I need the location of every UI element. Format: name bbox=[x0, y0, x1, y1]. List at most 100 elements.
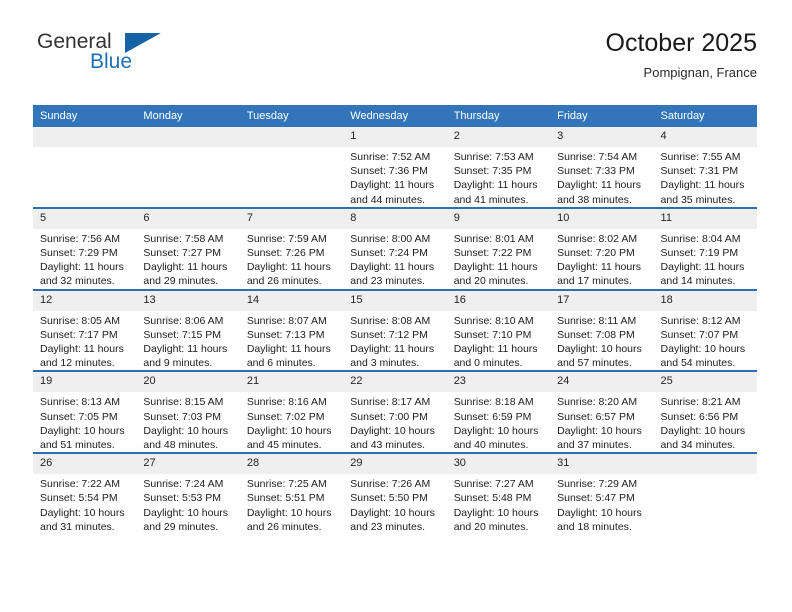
sunrise-text: Sunrise: 8:13 AM bbox=[40, 396, 120, 409]
calendar-day-cell[interactable]: 14 Sunrise: 8:07 AM Sunset: 7:13 PM Dayligh… bbox=[239, 288, 344, 372]
day-details: Sunrise: 7:58 AM Sunset: 7:27 PM Daylight:… bbox=[136, 229, 239, 289]
day-details: Sunrise: 8:18 AM Sunset: 6:59 PM Daylight:… bbox=[447, 392, 550, 452]
sunrise-sunset-calendar: Sunday Monday Tuesday Wednesday Thursday… bbox=[33, 105, 757, 535]
day-details: Sunrise: 7:53 AM Sunset: 7:35 PM Daylight:… bbox=[447, 147, 550, 207]
daylight-text: Daylight: 11 hours and 3 minutes. bbox=[350, 343, 435, 370]
day-number bbox=[239, 127, 344, 147]
day-number: 8 bbox=[343, 208, 447, 229]
calendar-day-cell[interactable]: 3 Sunrise: 7:54 AM Sunset: 7:33 PM Daylight… bbox=[550, 127, 654, 208]
day-details: Sunrise: 8:08 AM Sunset: 7:12 PM Daylight:… bbox=[343, 311, 446, 371]
daylight-text: Daylight: 10 hours and 57 minutes. bbox=[557, 343, 642, 370]
calendar-day-cell[interactable]: 28 Sunrise: 7:25 AM Sunset: 5:51 PM Dayligh… bbox=[239, 452, 344, 535]
sunrise-text: Sunrise: 8:04 AM bbox=[660, 232, 741, 245]
day-number: 1 bbox=[343, 127, 447, 147]
day-number: 6 bbox=[136, 208, 240, 229]
day-number: 16 bbox=[446, 290, 551, 311]
sunrise-text: Sunrise: 7:24 AM bbox=[143, 478, 224, 491]
day-details: Sunrise: 8:20 AM Sunset: 6:57 PM Daylight:… bbox=[550, 392, 653, 452]
day-number: 21 bbox=[239, 372, 344, 393]
sunrise-text: Sunrise: 8:10 AM bbox=[453, 314, 534, 327]
day-details: Sunrise: 8:17 AM Sunset: 7:00 PM Daylight:… bbox=[343, 392, 446, 452]
day-details: Sunrise: 8:16 AM Sunset: 7:02 PM Daylight:… bbox=[240, 392, 343, 452]
sunset-text: Sunset: 7:26 PM bbox=[246, 247, 325, 260]
calendar-day-cell[interactable]: 16 Sunrise: 8:10 AM Sunset: 7:10 PM Dayligh… bbox=[446, 288, 551, 372]
calendar-week-row: 1 Sunrise: 7:52 AM Sunset: 7:36 PM Daylight… bbox=[33, 127, 757, 208]
sunrise-text: Sunrise: 8:05 AM bbox=[40, 314, 120, 327]
daylight-text: Daylight: 10 hours and 51 minutes. bbox=[40, 424, 125, 452]
calendar-day-cell[interactable]: 8 Sunrise: 8:00 AM Sunset: 7:24 PM Daylight… bbox=[343, 206, 447, 290]
calendar-day-cell[interactable]: 1 Sunrise: 7:52 AM Sunset: 7:36 PM Daylight… bbox=[343, 127, 447, 208]
day-details: Sunrise: 8:11 AM Sunset: 7:08 PM Daylight:… bbox=[550, 311, 653, 371]
sunrise-text: Sunrise: 8:11 AM bbox=[557, 314, 637, 327]
calendar-day-cell[interactable]: 30 Sunrise: 7:27 AM Sunset: 5:48 PM Dayligh… bbox=[446, 452, 551, 535]
day-number: 27 bbox=[136, 454, 240, 475]
calendar-day-cell[interactable]: 10 Sunrise: 8:02 AM Sunset: 7:20 PM Dayligh… bbox=[550, 206, 654, 290]
calendar-day-cell[interactable]: 9 Sunrise: 8:01 AM Sunset: 7:22 PM Daylight… bbox=[446, 206, 551, 290]
sunrise-text: Sunrise: 7:53 AM bbox=[453, 151, 534, 163]
day-number: 15 bbox=[343, 290, 447, 311]
day-details: Sunrise: 8:21 AM Sunset: 6:56 PM Daylight:… bbox=[654, 392, 757, 452]
calendar-day-cell[interactable]: 31 Sunrise: 7:29 AM Sunset: 5:47 PM Dayligh… bbox=[550, 452, 654, 535]
sunset-text: Sunset: 5:48 PM bbox=[453, 492, 532, 505]
day-number: 13 bbox=[136, 290, 240, 311]
day-number: 22 bbox=[343, 372, 447, 393]
sunset-text: Sunset: 5:51 PM bbox=[246, 492, 325, 505]
calendar-day-cell[interactable]: 27 Sunrise: 7:24 AM Sunset: 5:53 PM Dayligh… bbox=[136, 452, 240, 535]
daylight-text: Daylight: 11 hours and 0 minutes. bbox=[453, 343, 538, 370]
day-details: Sunrise: 8:04 AM Sunset: 7:19 PM Daylight:… bbox=[654, 229, 757, 289]
calendar-day-cell[interactable]: 6 Sunrise: 7:58 AM Sunset: 7:27 PM Daylight… bbox=[136, 206, 240, 290]
daylight-text: Daylight: 11 hours and 9 minutes. bbox=[143, 343, 228, 370]
sunrise-text: Sunrise: 7:52 AM bbox=[350, 151, 431, 163]
sunrise-text: Sunrise: 8:18 AM bbox=[453, 396, 534, 409]
weekday-header-sunday: Sunday bbox=[33, 105, 137, 127]
calendar-day-cell[interactable]: 4 Sunrise: 7:55 AM Sunset: 7:31 PM Daylight… bbox=[653, 127, 757, 208]
day-details: Sunrise: 8:07 AM Sunset: 7:13 PM Daylight:… bbox=[240, 311, 343, 371]
calendar-day-cell[interactable]: 24 Sunrise: 8:20 AM Sunset: 6:57 PM Dayligh… bbox=[550, 370, 654, 454]
sunset-text: Sunset: 7:02 PM bbox=[246, 410, 325, 423]
day-number bbox=[653, 454, 757, 475]
sunrise-text: Sunrise: 8:02 AM bbox=[557, 232, 638, 245]
daylight-text: Daylight: 10 hours and 43 minutes. bbox=[350, 424, 435, 452]
calendar-day-cell[interactable]: 26 Sunrise: 7:22 AM Sunset: 5:54 PM Dayligh… bbox=[33, 452, 137, 535]
sunrise-text: Sunrise: 7:55 AM bbox=[660, 151, 741, 163]
sunrise-text: Sunrise: 8:17 AM bbox=[350, 396, 431, 409]
daylight-text: Daylight: 11 hours and 29 minutes. bbox=[143, 261, 228, 288]
day-number bbox=[33, 127, 137, 147]
calendar-day-cell[interactable]: 7 Sunrise: 7:59 AM Sunset: 7:26 PM Daylight… bbox=[239, 206, 344, 290]
calendar-day-cell[interactable]: 12 Sunrise: 8:05 AM Sunset: 7:17 PM Dayligh… bbox=[33, 288, 137, 372]
sunrise-text: Sunrise: 8:12 AM bbox=[660, 314, 741, 327]
sunset-text: Sunset: 7:15 PM bbox=[143, 328, 222, 341]
weekday-header-thursday: Thursday bbox=[446, 105, 551, 127]
sunset-text: Sunset: 7:17 PM bbox=[40, 328, 118, 341]
calendar-day-cell[interactable]: 19 Sunrise: 8:13 AM Sunset: 7:05 PM Dayligh… bbox=[33, 370, 137, 454]
calendar-day-cell[interactable]: 20 Sunrise: 8:15 AM Sunset: 7:03 PM Dayligh… bbox=[136, 370, 240, 454]
brand-logo[interactable]: General Blue bbox=[35, 28, 265, 88]
calendar-page: General Blue October 2025 Pompignan, Fra… bbox=[0, 0, 792, 612]
calendar-day-cell[interactable]: 11 Sunrise: 8:04 AM Sunset: 7:19 PM Dayligh… bbox=[653, 206, 757, 290]
day-details: Sunrise: 8:13 AM Sunset: 7:05 PM Daylight:… bbox=[33, 392, 136, 452]
calendar-day-cell[interactable]: 22 Sunrise: 8:17 AM Sunset: 7:00 PM Dayligh… bbox=[343, 370, 447, 454]
sunrise-text: Sunrise: 7:27 AM bbox=[453, 478, 534, 491]
calendar-day-cell[interactable]: 17 Sunrise: 8:11 AM Sunset: 7:08 PM Dayligh… bbox=[550, 288, 654, 372]
calendar-day-cell[interactable]: 25 Sunrise: 8:21 AM Sunset: 6:56 PM Dayligh… bbox=[653, 370, 757, 454]
daylight-text: Daylight: 10 hours and 34 minutes. bbox=[660, 424, 746, 452]
calendar-day-cell[interactable]: 5 Sunrise: 7:56 AM Sunset: 7:29 PM Daylight… bbox=[33, 206, 137, 290]
day-details: Sunrise: 7:22 AM Sunset: 5:54 PM Daylight:… bbox=[33, 474, 136, 534]
calendar-day-cell[interactable]: 23 Sunrise: 8:18 AM Sunset: 6:59 PM Dayligh… bbox=[446, 370, 551, 454]
calendar-day-cell[interactable]: 15 Sunrise: 8:08 AM Sunset: 7:12 PM Dayligh… bbox=[343, 288, 447, 372]
sunset-text: Sunset: 7:36 PM bbox=[350, 165, 428, 178]
day-details: Sunrise: 7:24 AM Sunset: 5:53 PM Daylight:… bbox=[136, 474, 239, 534]
day-number: 7 bbox=[239, 208, 344, 229]
day-number: 26 bbox=[33, 454, 137, 475]
daylight-text: Daylight: 11 hours and 38 minutes. bbox=[557, 179, 641, 206]
calendar-day-cell[interactable]: 29 Sunrise: 7:26 AM Sunset: 5:50 PM Dayligh… bbox=[343, 452, 447, 535]
calendar-day-cell[interactable]: 13 Sunrise: 8:06 AM Sunset: 7:15 PM Dayligh… bbox=[136, 288, 240, 372]
sunset-text: Sunset: 7:19 PM bbox=[660, 247, 739, 260]
calendar-day-cell[interactable]: 18 Sunrise: 8:12 AM Sunset: 7:07 PM Dayligh… bbox=[653, 288, 757, 372]
calendar-day-cell[interactable]: 2 Sunrise: 7:53 AM Sunset: 7:35 PM Daylight… bbox=[446, 127, 551, 208]
calendar-day-cell[interactable]: 21 Sunrise: 8:16 AM Sunset: 7:02 PM Dayligh… bbox=[239, 370, 344, 454]
calendar-week-row: 26 Sunrise: 7:22 AM Sunset: 5:54 PM Dayligh… bbox=[33, 452, 757, 535]
daylight-text: Daylight: 11 hours and 35 minutes. bbox=[660, 179, 745, 206]
day-details: Sunrise: 7:52 AM Sunset: 7:36 PM Daylight:… bbox=[343, 147, 446, 207]
day-number: 4 bbox=[653, 127, 757, 147]
